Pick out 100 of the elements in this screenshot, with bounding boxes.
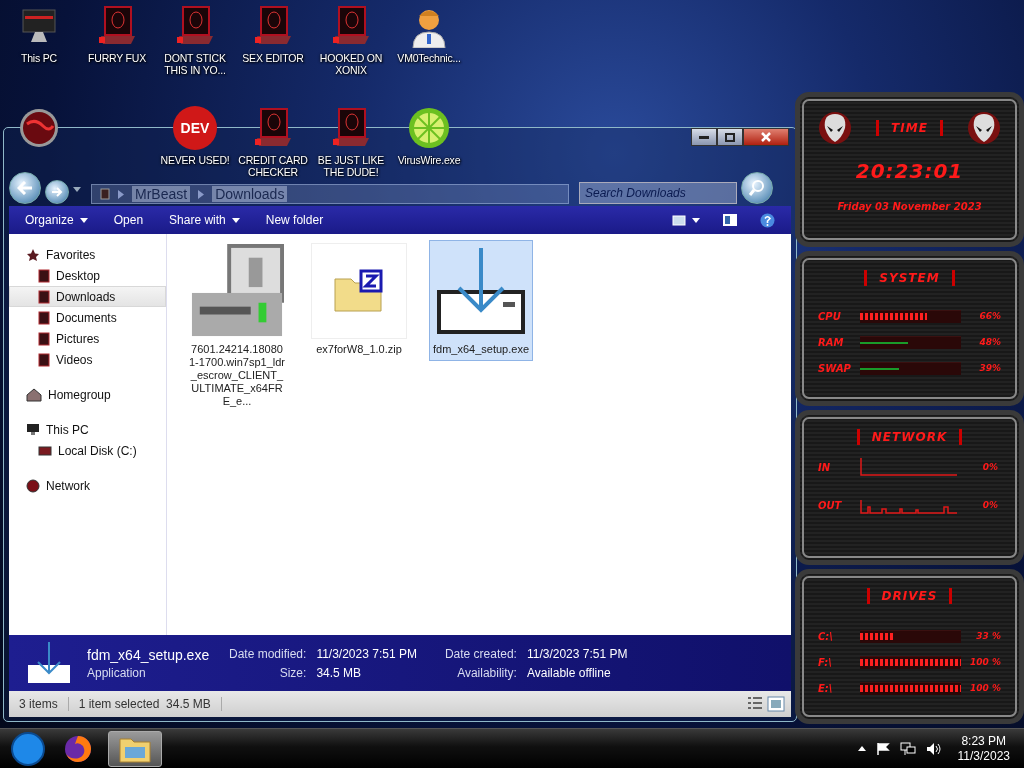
taskbar-time: 8:23 PM	[961, 733, 1007, 749]
detail-value: 11/3/2023 7:51 PM	[526, 646, 628, 661]
meter-label: OUT	[818, 499, 843, 511]
file-type: Application	[87, 665, 147, 680]
gadget-title: SYSTEM	[864, 270, 955, 286]
file-title: fdm_x64_setup.exe	[87, 646, 211, 663]
sidebar-item[interactable]: Desktop	[9, 265, 166, 286]
clock-date: Friday 03 November 2023	[837, 201, 982, 212]
clock-time: 20:23:01	[855, 159, 964, 183]
sidebar-item[interactable]: Downloads	[9, 286, 166, 307]
desktop-icon-label[interactable]: HOOKED ON XONIX	[312, 52, 390, 76]
detail-label: Availability:	[456, 665, 517, 680]
meter-reading: 39%	[978, 363, 1001, 373]
breadcrumb-item[interactable]: Downloads	[212, 186, 288, 202]
start-orb-icon	[11, 731, 45, 766]
sidebar-item[interactable]: Favorites	[9, 244, 166, 265]
taskbar-date: 11/3/2023	[957, 748, 1010, 764]
lime-icon	[407, 106, 451, 150]
meter-reading: 33 %	[975, 631, 1001, 641]
address-bar[interactable]: MrBeast Downloads	[91, 184, 569, 204]
gadget-title: NETWORK	[856, 429, 963, 445]
meter-label: F:\	[818, 656, 833, 668]
download-icon	[25, 641, 73, 685]
meter-reading: 66%	[978, 311, 1001, 321]
view-button[interactable]	[672, 214, 700, 226]
minimize-button[interactable]	[691, 128, 717, 146]
zip-folder-icon	[333, 269, 385, 313]
selection-info: 1 item selected 34.5 MB	[68, 697, 222, 711]
sidebar-item[interactable]: Documents	[9, 307, 166, 328]
sidebar-item[interactable]: Local Disk (C:)	[9, 440, 166, 461]
star-icon	[26, 247, 40, 262]
caret-icon	[231, 217, 240, 223]
house-icon	[26, 387, 42, 402]
sidebar-item[interactable]: Pictures	[9, 328, 166, 349]
file-item[interactable]: fdm_x64_setup.exe	[429, 240, 533, 361]
folder-icon	[38, 268, 50, 283]
gadget-title: TIME	[876, 120, 943, 136]
folder-icon	[100, 188, 110, 200]
sidebar-item[interactable]: Network	[9, 475, 166, 496]
drive-icon	[38, 445, 52, 456]
breadcrumb-item[interactable]: MrBeast	[132, 186, 191, 202]
file-name: 7601.24214.180801-1700.win7sp1_ldr_escrow_CLIENT_ULTIMATE_x64FRE_e...	[189, 343, 285, 408]
sidebar-item[interactable]: Homegroup	[9, 384, 166, 405]
caret-icon	[73, 187, 81, 192]
flag-icon[interactable]	[875, 741, 890, 756]
help-button[interactable]	[760, 212, 775, 228]
alien-head-icon	[818, 111, 852, 145]
minimize-icon	[699, 135, 709, 139]
meter-reading: 100 %	[969, 657, 1001, 667]
chevron-icon	[118, 189, 124, 199]
details-view-icon[interactable]	[747, 696, 763, 710]
back-button[interactable]	[9, 172, 41, 204]
computer-icon	[190, 243, 284, 339]
maximize-icon	[725, 132, 735, 142]
view-icon	[672, 214, 686, 226]
toolbar-button[interactable]: Organize	[25, 213, 88, 227]
taskbar-app[interactable]	[108, 730, 162, 767]
firefox-icon	[63, 733, 93, 764]
desktop-icon-label[interactable]: VirusWire.exe	[390, 154, 468, 166]
desktop-icon-label[interactable]: SEX EDITOR	[234, 52, 312, 64]
monitor-icon	[26, 423, 40, 436]
desktop-icon-label[interactable]: DONT STICK THIS IN YO...	[156, 52, 234, 76]
meter-reading: 0%	[981, 462, 998, 472]
forward-button[interactable]	[45, 180, 69, 204]
close-button[interactable]	[743, 128, 789, 146]
file-name: ex7forW8_1.0.zip	[315, 343, 403, 356]
network-icon[interactable]	[899, 741, 916, 756]
toolbar-button[interactable]: Share with	[169, 213, 240, 227]
sidebar-item[interactable]: This PC	[9, 419, 166, 440]
meter-label: CPU	[818, 310, 842, 322]
detail-value: 34.5 MB	[316, 665, 363, 680]
meter-label: SWAP	[818, 362, 852, 374]
file-item[interactable]: 7601.24214.180801-1700.win7sp1_ldr_escrow_CLIENT_ULTIMATE_x64FRE_e...	[185, 240, 289, 413]
sidebar-item[interactable]: Videos	[9, 349, 166, 370]
desktop-icon-label[interactable]: CREDIT CARD CHECKER	[234, 154, 312, 178]
search-button[interactable]	[741, 172, 773, 204]
meter-label: RAM	[818, 336, 845, 348]
file-name: fdm_x64_setup.exe	[433, 343, 529, 356]
folder-icon	[38, 310, 50, 325]
tiles-view-icon[interactable]	[767, 696, 785, 712]
toolbar-button[interactable]: New folder	[265, 213, 324, 227]
desktop-icon-label[interactable]: BE JUST LIKE THE DUDE!	[312, 154, 390, 178]
maximize-button[interactable]	[717, 128, 743, 146]
desktop-icon-label[interactable]: VM0Technic...	[390, 52, 468, 64]
toolbar-button[interactable]: Open	[113, 213, 144, 227]
meter-label: C:\	[818, 630, 834, 642]
desktop-icon-label[interactable]: This PC	[0, 52, 78, 64]
preview-pane-button[interactable]	[722, 213, 738, 227]
alien-head-icon	[967, 111, 1001, 145]
caret-up-icon[interactable]	[857, 746, 866, 751]
detail-label: Date created:	[444, 646, 517, 661]
desktop-icon-label[interactable]: FURRY FUX	[78, 52, 156, 64]
meter-reading: 0%	[981, 500, 998, 510]
desktop-icon-label[interactable]: NEVER USED!	[156, 154, 234, 166]
search-field[interactable]: Search Downloads	[579, 182, 737, 204]
speaker-icon[interactable]	[925, 741, 942, 756]
back-arrow-icon	[17, 181, 33, 195]
start-button[interactable]	[8, 730, 48, 767]
chevron-icon	[198, 189, 205, 199]
dev-logo: DEV	[173, 106, 217, 150]
